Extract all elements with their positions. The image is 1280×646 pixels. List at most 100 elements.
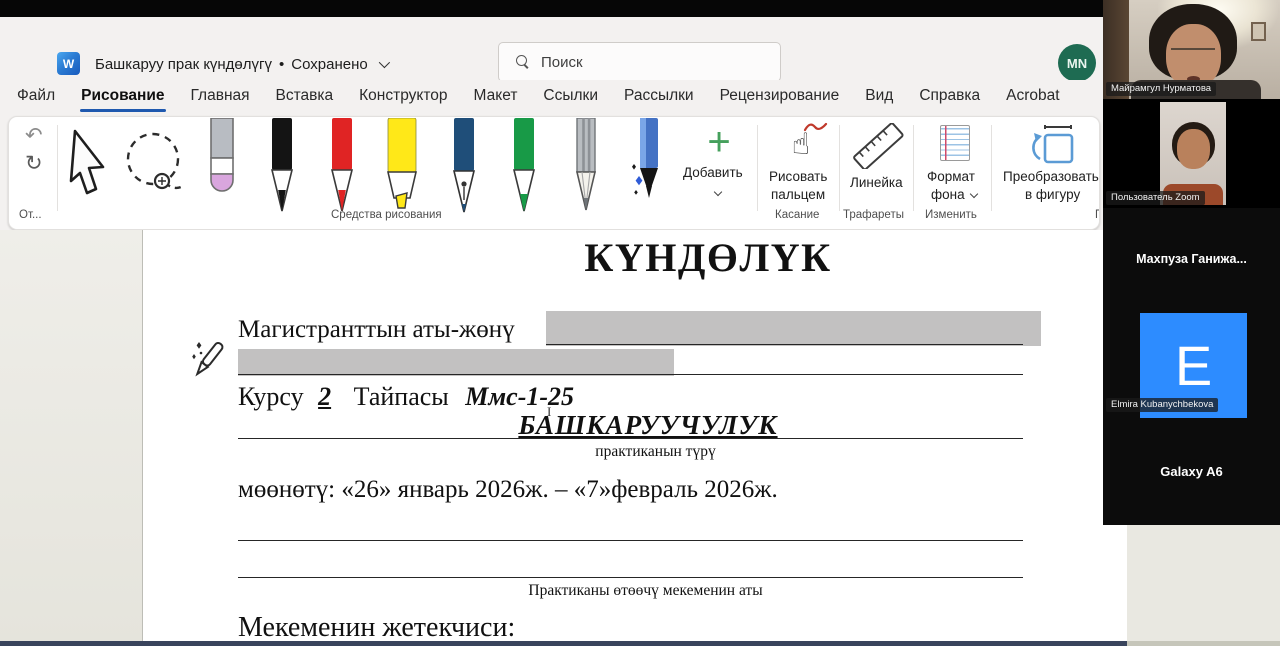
account-avatar[interactable]: MN [1058,44,1096,82]
ruler-button[interactable]: Линейка [850,175,903,190]
format-background-chevron-icon[interactable] [970,190,978,198]
ink-squiggle-icon [803,121,829,133]
fill-in-line [238,374,1023,375]
word-window: W Башкаруу прак күндөлүгү • Сохранено По… [0,0,1127,646]
org-caption: Практиканы өтөөчү мекеменин аты [238,582,1023,600]
course-label: Курсу [238,382,304,411]
group-label-drawing-tools: Средства рисования [331,209,442,221]
redacted-name-value-2 [238,349,674,376]
person-face [1177,129,1210,169]
participant-name-tag: Elmira Kubanychbekova [1106,398,1218,412]
document-canvas: КҮНДӨЛҮК Магистранттын аты-жөнү [0,230,1127,646]
document-title-group[interactable]: Башкаруу прак күндөлүгү • Сохранено [95,53,387,75]
titlebar: W Башкаруу прак күндөлүгү • Сохранено По… [0,17,1103,80]
doc-name-label: Магистранттын аты-жөнү [238,316,515,344]
tab-insert[interactable]: Вставка [275,83,335,109]
doc-period-row: мөөнөтү: «26» январь 2026ж. – «7»февраль… [238,476,778,504]
pencil-icon[interactable] [569,118,603,216]
participant-tile-5[interactable]: Galaxy A6 [1103,420,1280,525]
ribbon: ↶ ↻ От... [0,112,1103,230]
convert-to-shape-button-line2[interactable]: в фигуру [1025,187,1080,202]
add-pen-chevron-icon[interactable] [714,188,722,196]
pen-galaxy-icon[interactable] [631,118,665,216]
participant-video-1[interactable]: Майрамгул Нурматова [1103,0,1280,99]
redo-icon[interactable]: ↻ [25,153,43,174]
tab-review[interactable]: Рецензирование [719,83,841,109]
participant-name-tag: Майрамгул Нурматова [1106,82,1216,96]
lasso-select-icon[interactable] [121,129,191,201]
group-label-edit: Изменить [925,209,977,221]
pen-green-icon[interactable] [507,118,541,216]
window-bottom-edge [0,641,1127,646]
convert-to-shape-icon[interactable] [1023,123,1079,167]
group-label-undo: От... [19,209,42,221]
fill-in-line [238,577,1023,578]
highlighter-yellow-icon[interactable] [385,118,419,216]
group-label-stencils: Трафареты [843,209,904,221]
doc-heading: КҮНДӨЛҮК [238,234,1118,281]
tab-acrobat[interactable]: Acrobat [1005,83,1060,109]
add-pen-plus-icon[interactable]: + [697,123,741,161]
draw-with-finger-button[interactable]: Рисовать [769,169,827,184]
word-app-icon[interactable]: W [57,52,80,75]
group-separator [913,125,914,211]
pen-black-icon[interactable] [265,118,299,216]
participant-tile-3[interactable]: Махпуза Ганижа... [1103,208,1280,312]
director-label: Мекеменин жетекчиси: [238,612,515,644]
tab-draw[interactable]: Рисование [80,83,165,109]
chevron-down-icon[interactable] [378,57,389,68]
redacted-name-value [546,311,1041,346]
pen-red-icon[interactable] [325,118,359,216]
document-page[interactable]: КҮНДӨЛҮК Магистранттын аты-жөнү [142,230,1127,646]
ruler-icon[interactable] [849,123,907,169]
participant-name-tag: Пользователь Zoom [1106,191,1205,205]
group-label-touch: Касание [775,209,819,221]
group-separator [57,125,58,211]
participant-name: Махпуза Ганижа... [1103,252,1280,266]
convert-to-shape-button[interactable]: Преобразовать [1003,169,1099,184]
search-icon [516,55,530,69]
tab-mailings[interactable]: Рассылки [623,83,695,109]
search-input[interactable]: Поиск [498,42,781,82]
tab-design[interactable]: Конструктор [358,83,448,109]
format-background-icon[interactable] [940,125,970,161]
portrait-video-frame [1160,102,1226,205]
document-title: Башкаруу прак күндөлүгү [95,56,272,73]
title-bullet: • [279,56,284,73]
search-placeholder: Поиск [541,54,583,71]
format-background-button[interactable]: Формат [927,169,975,184]
desktop: W Башкаруу прак күндөлүгү • Сохранено По… [0,0,1280,646]
tab-home[interactable]: Главная [190,83,251,109]
desktop-bottom-edge [1127,641,1280,646]
save-status: Сохранено [291,56,367,73]
format-background-button-line2[interactable]: фона [931,187,965,202]
window-top-strip [0,0,1103,17]
draw-with-finger-button-line2[interactable]: пальцем [771,187,825,202]
group-separator [757,125,758,211]
course-value: 2 [318,382,331,411]
eraser-icon[interactable] [205,118,239,216]
ribbon-tab-bar: Файл Рисование Главная Вставка Конструкт… [0,80,1103,112]
fill-in-line [546,344,1023,345]
tab-help[interactable]: Справка [918,83,981,109]
group-value: Ммс-1-25 [465,382,574,411]
participant-tile-4[interactable]: E Elmira Kubanychbekova [1103,312,1280,420]
add-pen-button[interactable]: Добавить [683,165,743,180]
group-separator [839,125,840,211]
zoom-participants-panel: Майрамгул Нурматова Пользователь Zoom Ма… [1103,0,1280,525]
group-label-convert-clipped: П [1095,209,1100,221]
tab-layout[interactable]: Макет [473,83,519,109]
ink-editor-pen-icon [191,336,227,382]
draw-with-finger-icon[interactable]: ☝ [775,127,827,169]
pen-dark-blue-icon[interactable] [447,118,481,216]
fill-in-line [238,438,1023,439]
tab-references[interactable]: Ссылки [542,83,599,109]
undo-icon[interactable]: ↶ [25,125,43,146]
select-cursor-icon[interactable] [63,127,115,205]
background-picture-frame [1251,22,1266,41]
participant-initial: E [1175,333,1212,398]
tab-view[interactable]: Вид [864,83,894,109]
practice-type-caption: практиканын түрү [238,443,1023,461]
tab-file[interactable]: Файл [16,83,56,109]
participant-video-2[interactable]: Пользователь Zoom [1103,99,1280,208]
